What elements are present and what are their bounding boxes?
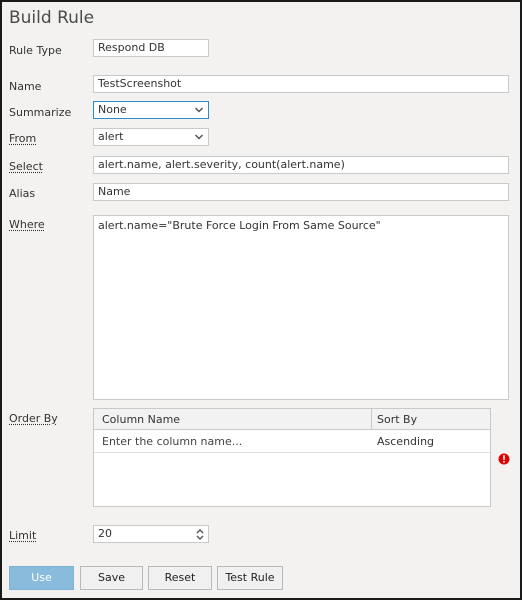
test-rule-button[interactable]: Test Rule bbox=[217, 566, 283, 590]
limit-spinner[interactable]: 20 bbox=[93, 525, 209, 543]
summarize-value: None bbox=[98, 103, 127, 116]
select-input[interactable]: alert.name, alert.severity, count(alert.… bbox=[93, 156, 509, 174]
spinner-arrows-icon[interactable] bbox=[195, 528, 205, 541]
use-button[interactable]: Use bbox=[9, 566, 74, 590]
chevron-down-icon bbox=[194, 134, 204, 140]
grid-header: Column Name Sort By bbox=[94, 409, 490, 430]
from-label: From bbox=[9, 132, 37, 145]
save-button[interactable]: Save bbox=[80, 566, 143, 590]
alias-input[interactable]: Name bbox=[93, 183, 509, 201]
name-input[interactable]: TestScreenshot bbox=[93, 75, 509, 93]
rule-type-field: Respond DB bbox=[93, 39, 209, 57]
error-icon bbox=[498, 453, 510, 465]
from-select[interactable]: alert bbox=[93, 128, 209, 146]
from-value: alert bbox=[98, 130, 124, 143]
column-divider bbox=[371, 409, 372, 429]
dialog-title: Build Rule bbox=[9, 8, 95, 28]
column-name-header[interactable]: Column Name bbox=[102, 413, 180, 426]
select-label: Select bbox=[9, 160, 43, 173]
limit-label: Limit bbox=[9, 529, 37, 542]
where-textarea[interactable]: alert.name="Brute Force Login From Same … bbox=[93, 215, 509, 400]
name-label: Name bbox=[9, 80, 42, 93]
order-by-grid: Column Name Sort By Enter the column nam… bbox=[93, 408, 491, 507]
where-label: Where bbox=[9, 218, 45, 231]
reset-button[interactable]: Reset bbox=[148, 566, 212, 590]
order-by-label: Order By bbox=[9, 412, 58, 425]
build-rule-dialog: Build Rule Rule Type Respond DB Name Tes… bbox=[0, 0, 522, 600]
limit-value: 20 bbox=[98, 527, 112, 540]
column-name-cell[interactable]: Enter the column name... bbox=[102, 435, 242, 448]
rule-type-label: Rule Type bbox=[9, 44, 62, 57]
alias-label: Alias bbox=[9, 187, 36, 200]
summarize-label: Summarize bbox=[9, 106, 72, 119]
chevron-down-icon bbox=[194, 107, 204, 113]
sort-by-header[interactable]: Sort By bbox=[377, 413, 417, 426]
summarize-select[interactable]: None bbox=[93, 101, 209, 119]
table-row[interactable]: Enter the column name... Ascending bbox=[94, 430, 490, 453]
sort-by-cell[interactable]: Ascending bbox=[377, 435, 434, 448]
